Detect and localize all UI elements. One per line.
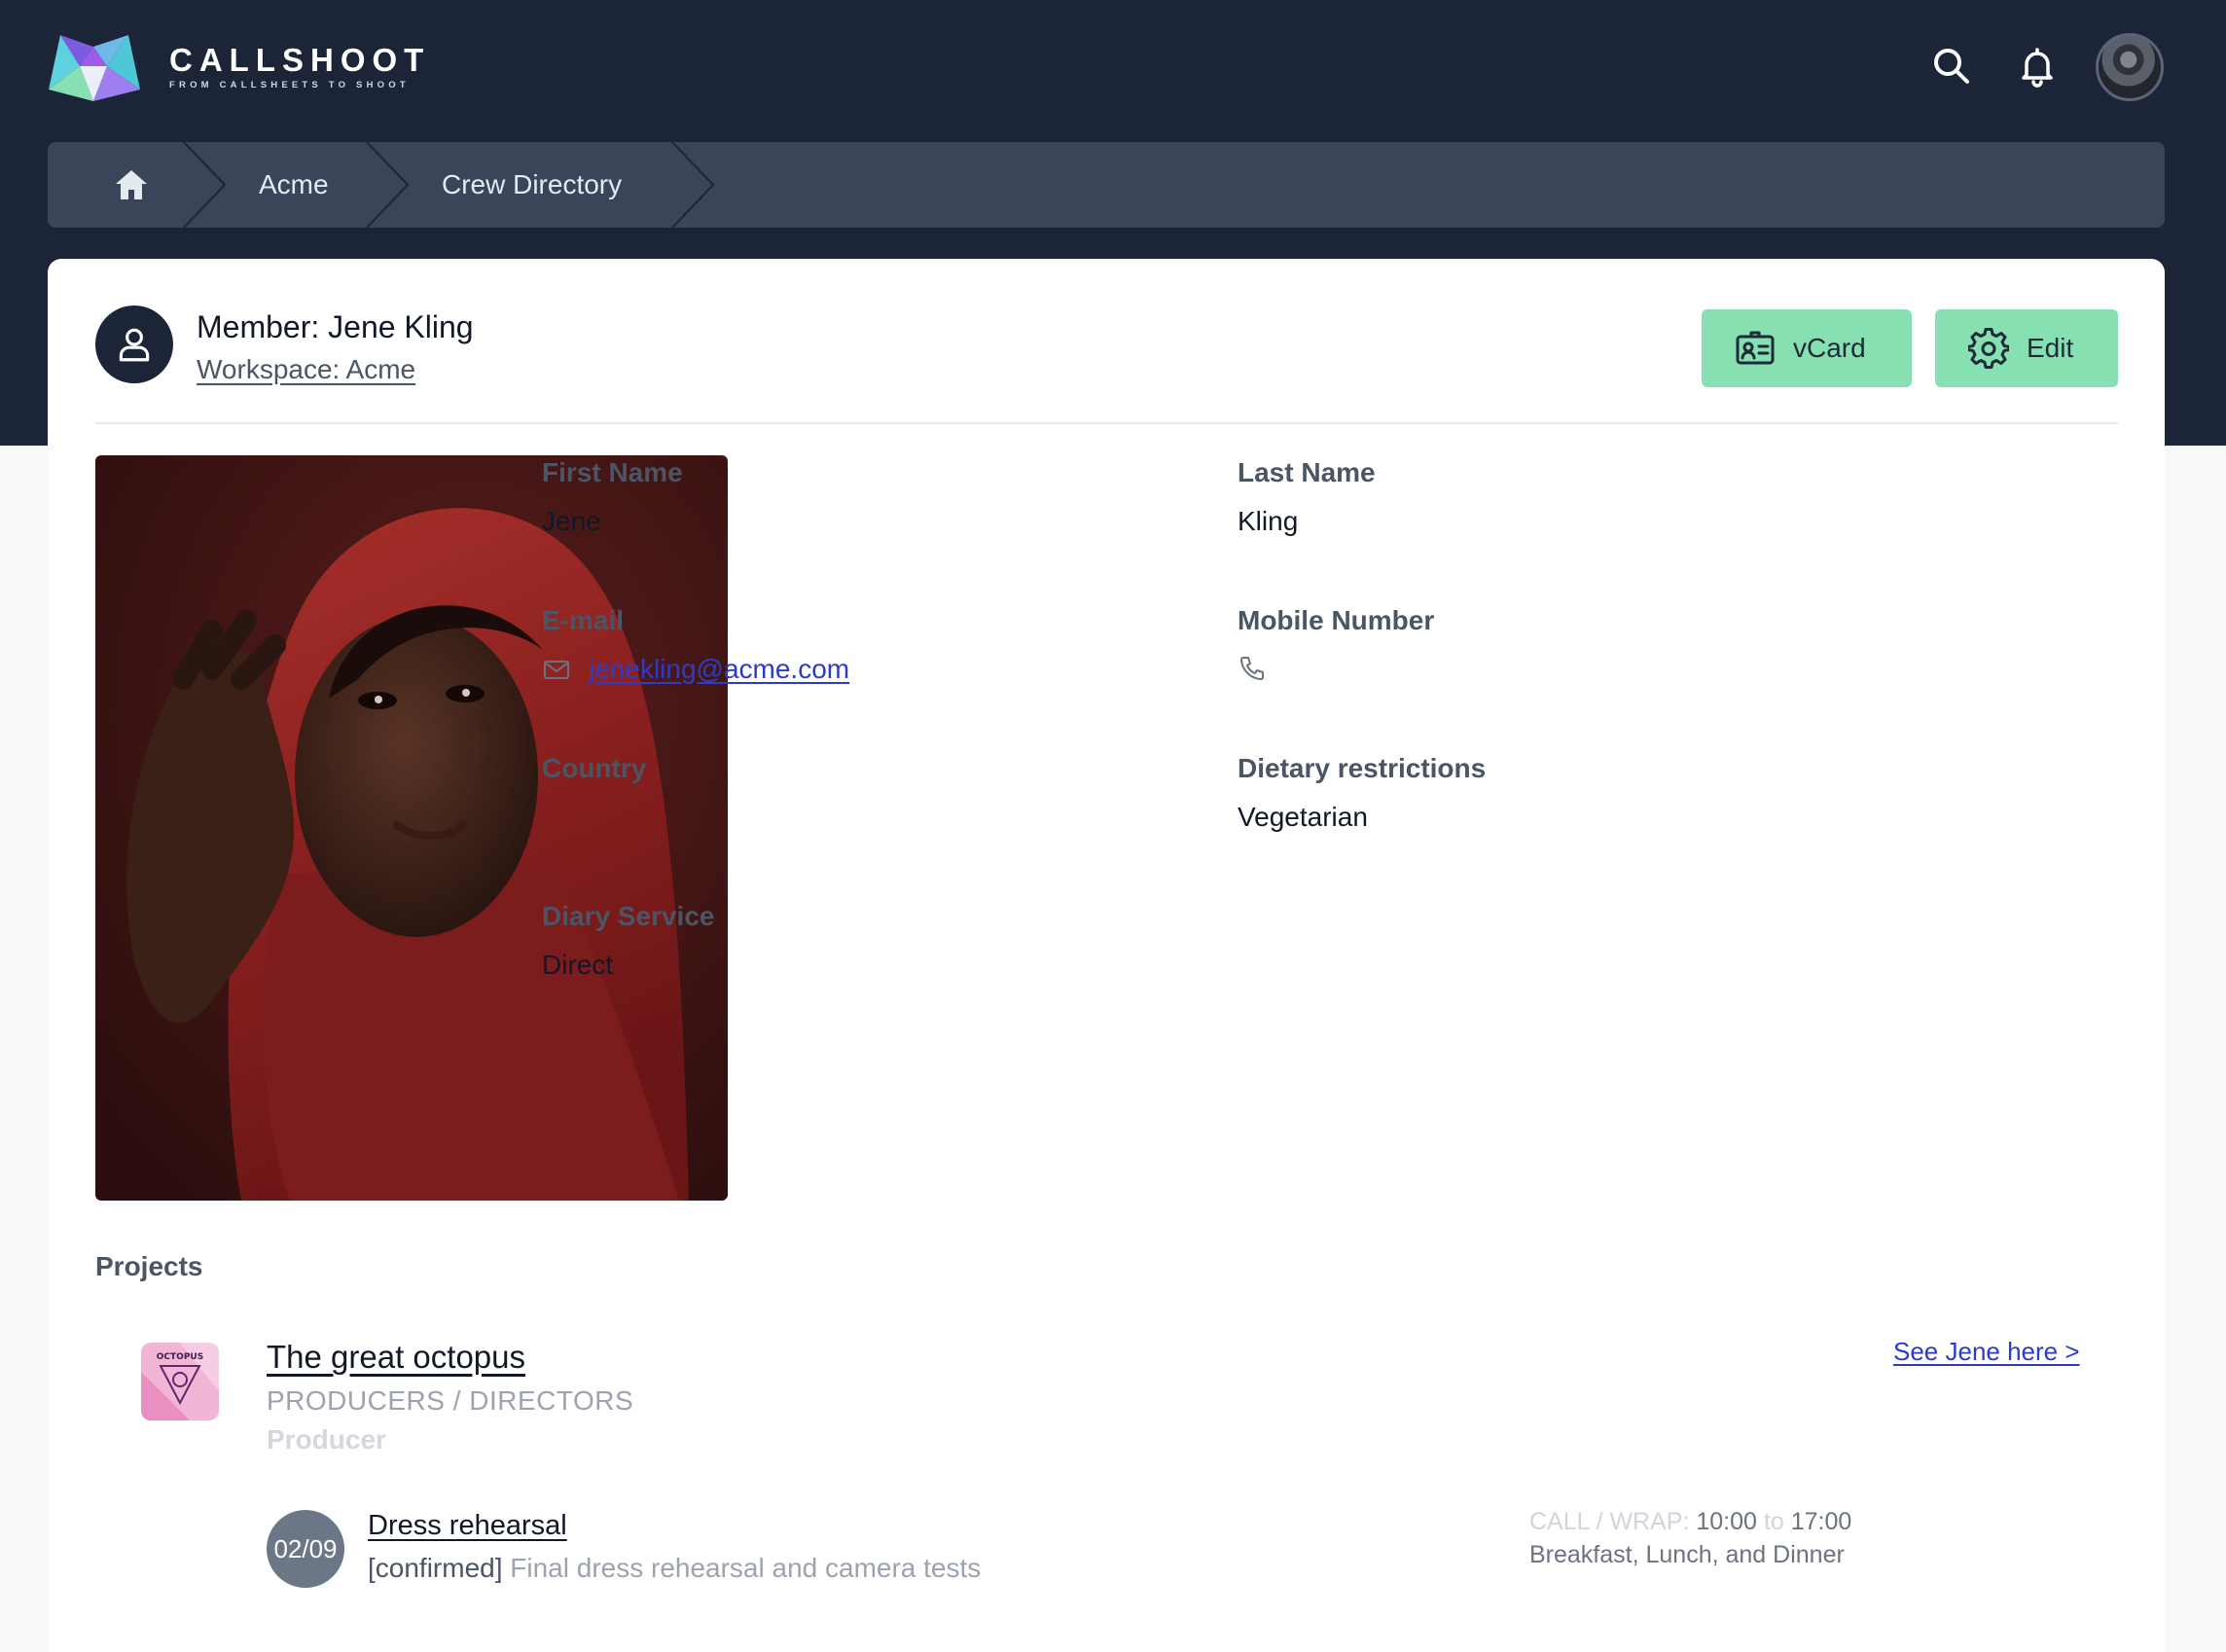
last-name-value: Kling [1238,506,1299,536]
gear-icon [1968,328,2009,369]
event-title-link[interactable]: Dress rehearsal [368,1510,567,1542]
portrait-image [95,455,728,1201]
last-name-label: Last Name [1238,457,1376,487]
first-name-field: First Name Jene [542,457,683,537]
diary-field: Diary Service Direct [542,901,714,981]
dietary-label: Dietary restrictions [1238,753,1487,783]
notifications-button[interactable] [2014,43,2061,90]
email-label: E-mail [542,605,625,635]
email-link[interactable]: jenekling@acme.com [589,654,849,685]
breadcrumb-item-crew-directory[interactable]: Crew Directory [442,142,622,228]
diary-value: Direct [542,950,614,980]
breadcrumb-separator [366,142,410,228]
project-logo: OCTOPUS [141,1343,219,1420]
page-title: Member: Jene Kling [197,309,474,344]
mail-icon [544,661,569,679]
call-wrap-times: CALL / WRAP: 10:00 to 17:00 [1529,1508,1851,1536]
event-description-text: Final dress rehearsal and camera tests [510,1553,982,1583]
call-wrap-to: to [1763,1508,1784,1535]
last-name-field: Last Name Kling [1238,457,1376,537]
event-meals: Breakfast, Lunch, and Dinner [1529,1541,1845,1568]
edit-button[interactable]: Edit [1935,309,2118,387]
mobile-value [1238,654,1434,683]
search-button[interactable] [1928,43,1975,90]
project-role: Producer [267,1424,386,1454]
app-name: CALLSHOOT [169,42,431,78]
event-date-badge: 02/09 [267,1510,344,1588]
edit-button-label: Edit [2027,333,2074,363]
see-member-link[interactable]: See Jene here > [1893,1337,2080,1367]
call-time: 10:00 [1696,1508,1757,1535]
event-description: [confirmed] Final dress rehearsal and ca… [368,1553,981,1584]
country-field: Country [542,753,646,802]
dietary-value: Vegetarian [1238,802,1368,832]
mobile-field: Mobile Number [1238,605,1434,683]
home-icon [116,170,147,199]
project-department: PRODUCERS / DIRECTORS [267,1385,634,1416]
member-card: Member: Jene Kling Workspace: Acme vCard… [48,259,2165,1652]
vcard-button-label: vCard [1793,333,1866,363]
user-avatar[interactable] [2096,33,2164,101]
email-field: E-mail jenekling@acme.com [542,605,849,685]
dietary-field: Dietary restrictions Vegetarian [1238,753,1486,833]
mobile-label: Mobile Number [1238,605,1435,635]
workspace-link[interactable]: Workspace: Acme [197,354,415,385]
contact-card-icon [1736,331,1775,365]
breadcrumb: Acme Crew Directory [48,142,2165,228]
octopus-logo-icon: OCTOPUS [141,1343,219,1420]
breadcrumb-item-acme[interactable]: Acme [259,142,329,228]
logo-text: CALLSHOOT FROM CALLSHEETS TO SHOOT [169,42,431,91]
first-name-label: First Name [542,457,683,487]
bell-icon [2022,48,2053,88]
app-tagline: FROM CALLSHEETS TO SHOOT [169,80,410,90]
app-logo[interactable]: CALLSHOOT FROM CALLSHEETS TO SHOOT [47,31,430,103]
header-divider [95,422,2118,424]
user-icon [119,328,150,362]
country-label: Country [542,753,647,783]
email-value: jenekling@acme.com [542,654,849,685]
breadcrumb-separator [183,142,227,228]
call-wrap-label: CALL / WRAP: [1529,1508,1690,1535]
project-name-link[interactable]: The great octopus [267,1339,525,1376]
member-photo [95,455,728,1201]
breadcrumb-home[interactable] [112,165,151,204]
event-status: [confirmed] [368,1553,503,1583]
projects-heading: Projects [95,1251,203,1281]
diary-label: Diary Service [542,901,715,931]
search-icon [1934,49,1969,84]
wrap-time: 17:00 [1790,1508,1852,1535]
phone-icon [1240,657,1264,680]
first-name-value: Jene [542,506,601,536]
breadcrumb-separator [671,142,715,228]
vcard-button[interactable]: vCard [1702,309,1912,387]
callshoot-logo-icon [49,35,140,101]
member-avatar [95,305,173,383]
project-logo-text: OCTOPUS [157,1352,203,1362]
